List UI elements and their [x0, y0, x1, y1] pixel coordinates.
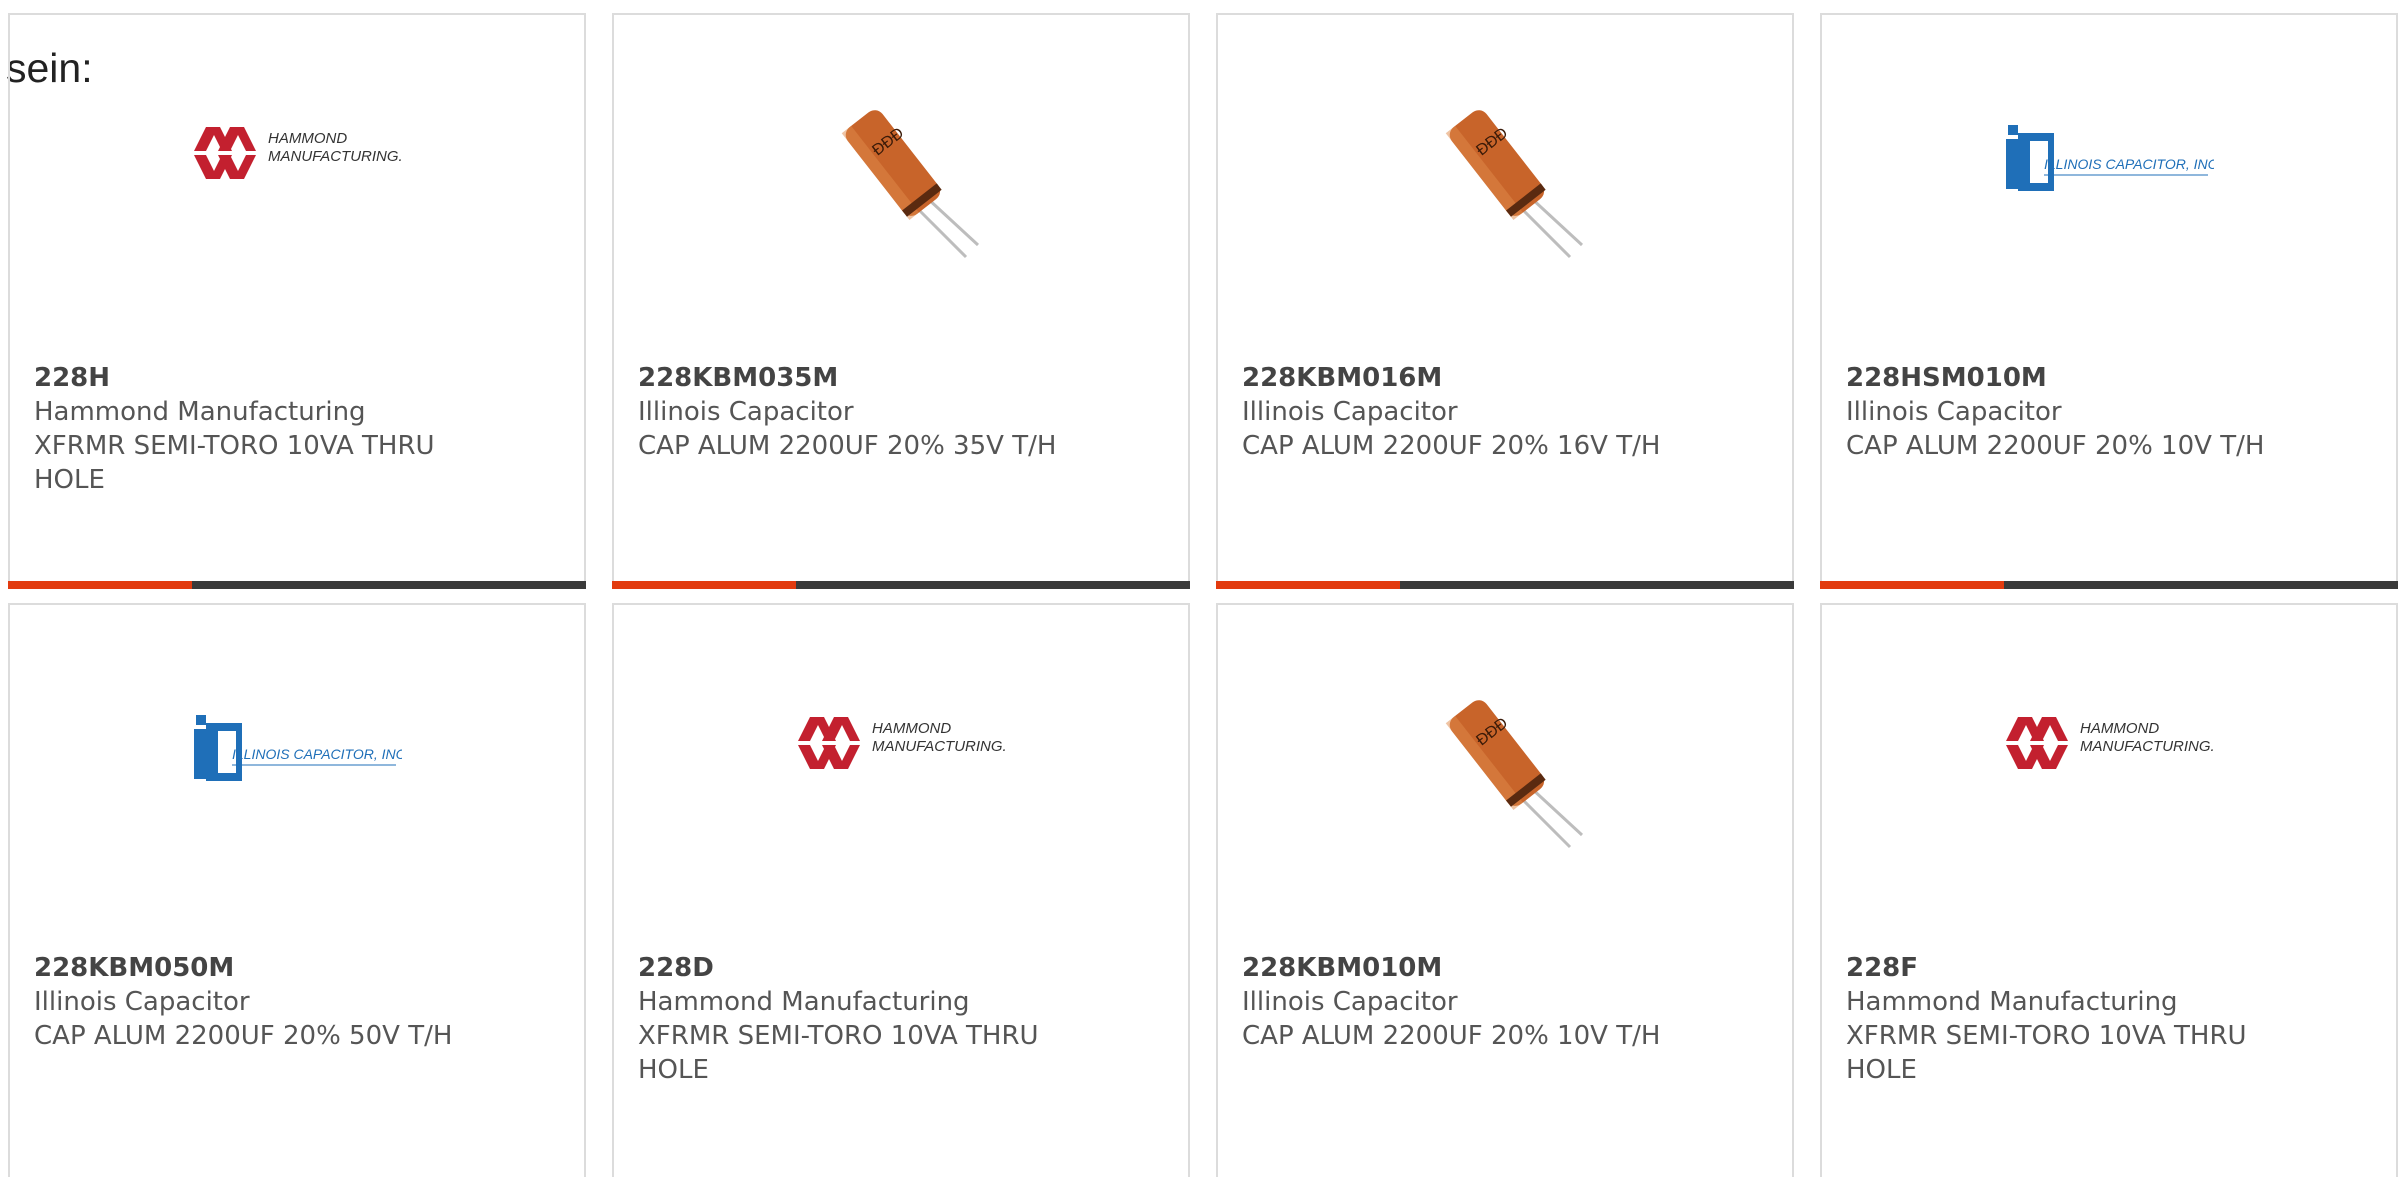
- card-bar-accent: [1820, 581, 2004, 589]
- card-bar-accent: [612, 581, 796, 589]
- product-card[interactable]: HAMMOND MANUFACTURING. 228H Hammond Manu…: [8, 13, 586, 589]
- hammond-logo: HAMMOND MANUFACTURING.: [796, 677, 1007, 867]
- description: CAP ALUM 2200UF 20% 16V T/H: [1242, 431, 1661, 461]
- description: XFRMR SEMI-TORO 10VA THRU HOLE: [34, 431, 435, 495]
- description: CAP ALUM 2200UF 20% 35V T/H: [638, 431, 1057, 461]
- part-number[interactable]: 228HSM010M: [1846, 361, 2286, 395]
- svg-text:ILLINOIS CAPACITOR, INC.: ILLINOIS CAPACITOR, INC.: [232, 746, 402, 762]
- part-number[interactable]: 228D: [638, 951, 1078, 985]
- manufacturer: Hammond Manufacturing: [34, 397, 366, 427]
- product-card[interactable]: ÐÐÐ 228KBM035M Illinois Capacitor CAP AL…: [612, 13, 1190, 589]
- svg-text:HAMMOND: HAMMOND: [2080, 720, 2159, 737]
- card-bar: [8, 581, 586, 589]
- product-card[interactable]: ILLINOIS CAPACITOR, INC. 228HSM010M Illi…: [1820, 13, 2398, 589]
- manufacturer: Illinois Capacitor: [1242, 987, 1458, 1017]
- manufacturer: Illinois Capacitor: [1242, 397, 1458, 427]
- description: XFRMR SEMI-TORO 10VA THRU HOLE: [638, 1021, 1039, 1085]
- illinois-capacitor-logo: ILLINOIS CAPACITOR, INC.: [2004, 87, 2222, 277]
- capacitor-photo: ÐÐÐ: [796, 87, 1006, 277]
- product-card[interactable]: ÐÐÐ 228KBM016M Illinois Capacitor CAP AL…: [1216, 13, 1794, 589]
- description: CAP ALUM 2200UF 20% 10V T/H: [1242, 1021, 1661, 1051]
- part-number[interactable]: 228H: [34, 361, 474, 395]
- card-bar: [1820, 581, 2398, 589]
- product-card[interactable]: ÐÐÐ 228KBM010M Illinois Capacitor CAP AL…: [1216, 603, 1794, 1177]
- svg-text:MANUFACTURING.: MANUFACTURING.: [872, 738, 1006, 755]
- description: CAP ALUM 2200UF 20% 50V T/H: [34, 1021, 453, 1051]
- part-number[interactable]: 228KBM016M: [1242, 361, 1682, 395]
- capacitor-photo: ÐÐÐ: [1400, 677, 1610, 867]
- illinois-capacitor-logo: ILLINOIS CAPACITOR, INC.: [192, 677, 410, 867]
- manufacturer: Hammond Manufacturing: [638, 987, 970, 1017]
- hammond-logo: HAMMOND MANUFACTURING.: [192, 87, 403, 277]
- svg-text:HAMMOND: HAMMOND: [268, 130, 347, 147]
- card-bar-accent: [1216, 581, 1400, 589]
- manufacturer: Illinois Capacitor: [638, 397, 854, 427]
- product-card[interactable]: HAMMOND MANUFACTURING. 228D Hammond Manu…: [612, 603, 1190, 1177]
- description: CAP ALUM 2200UF 20% 10V T/H: [1846, 431, 2265, 461]
- part-number[interactable]: 228KBM050M: [34, 951, 474, 985]
- card-bar: [612, 581, 1190, 589]
- part-number[interactable]: 228KBM010M: [1242, 951, 1682, 985]
- svg-text:HAMMOND: HAMMOND: [872, 720, 951, 737]
- part-number[interactable]: 228F: [1846, 951, 2286, 985]
- description: XFRMR SEMI-TORO 10VA THRU HOLE: [1846, 1021, 2247, 1085]
- manufacturer: Illinois Capacitor: [1846, 397, 2062, 427]
- svg-text:ILLINOIS CAPACITOR, INC.: ILLINOIS CAPACITOR, INC.: [2044, 156, 2214, 172]
- card-bar: [1216, 581, 1794, 589]
- capacitor-photo: ÐÐÐ: [1400, 87, 1610, 277]
- product-card[interactable]: HAMMOND MANUFACTURING. 228F Hammond Manu…: [1820, 603, 2398, 1177]
- svg-text:MANUFACTURING.: MANUFACTURING.: [268, 148, 402, 165]
- manufacturer: Hammond Manufacturing: [1846, 987, 2178, 1017]
- part-number[interactable]: 228KBM035M: [638, 361, 1078, 395]
- svg-text:MANUFACTURING.: MANUFACTURING.: [2080, 738, 2214, 755]
- card-bar-accent: [8, 581, 192, 589]
- manufacturer: Illinois Capacitor: [34, 987, 250, 1017]
- hammond-logo: HAMMOND MANUFACTURING.: [2004, 677, 2215, 867]
- product-card[interactable]: ILLINOIS CAPACITOR, INC. 228KBM050M Illi…: [8, 603, 586, 1177]
